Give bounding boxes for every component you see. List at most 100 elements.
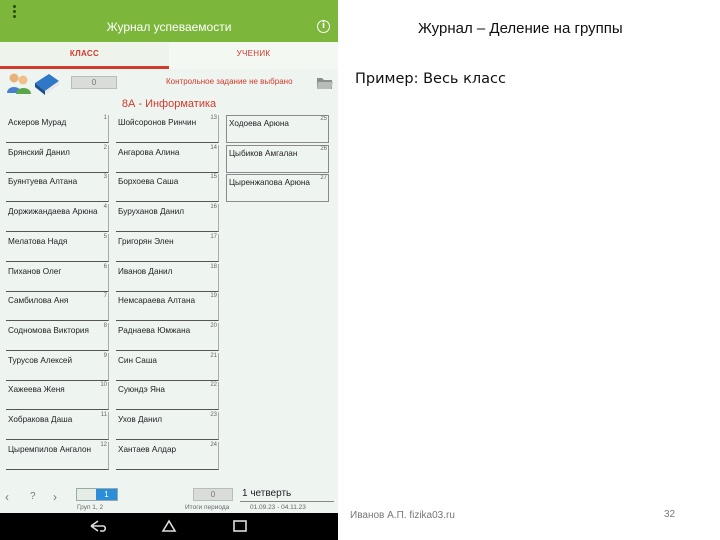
student-cell[interactable]: Буруханов Данил 16 <box>116 204 219 233</box>
back-icon[interactable] <box>88 519 108 533</box>
book-icon[interactable] <box>33 71 61 97</box>
student-cell[interactable]: Цыремпилов Ангалон 12 <box>6 441 109 470</box>
student-cell[interactable]: Шойсоронов Ринчин 13 <box>116 115 219 143</box>
student-cell[interactable]: Хажеева Женя 10 <box>6 382 109 411</box>
student-number: 15 <box>210 174 217 181</box>
student-name: Цыбиков Амгалан <box>229 148 298 158</box>
student-cell[interactable]: Иванов Данил 18 <box>116 263 219 292</box>
app-bar: Журнал успеваемости i <box>0 0 338 42</box>
student-number: 17 <box>210 233 217 240</box>
student-cell[interactable]: Син Саша 21 <box>116 352 219 381</box>
student-name: Немсараева Алтана <box>118 296 196 306</box>
student-number: 6 <box>103 263 107 270</box>
overflow-menu-icon[interactable] <box>7 0 21 22</box>
help-icon[interactable]: ? <box>30 491 36 502</box>
student-number: 4 <box>103 204 107 211</box>
class-title: 8А - Информатика <box>121 98 217 110</box>
student-number: 27 <box>320 175 327 182</box>
student-name: Ходоева Арюна <box>229 119 289 128</box>
student-cell[interactable]: Ангарова Алина 14 <box>116 144 219 173</box>
group-value: 1 <box>96 489 117 500</box>
student-number: 26 <box>320 145 327 152</box>
tab-class[interactable]: КЛАСС <box>0 42 169 69</box>
student-number: 5 <box>103 233 107 240</box>
grade-input[interactable]: 0 <box>71 76 117 89</box>
student-cell[interactable]: Немсараева Алтана 19 <box>116 293 219 322</box>
student-cell[interactable]: Ходоева Арюна 25 <box>226 115 329 143</box>
student-name: Брянский Данил <box>8 147 70 157</box>
quarter-underline <box>240 501 334 502</box>
student-number: 22 <box>210 382 217 389</box>
student-cell[interactable]: Буянтуева Алтана 3 <box>6 174 109 203</box>
folder-icon[interactable] <box>316 76 333 90</box>
period-range: 01.09.23 - 04.11.23 <box>250 504 306 511</box>
student-name: Син Саша <box>118 355 157 365</box>
student-number: 3 <box>103 174 107 181</box>
student-number: 20 <box>210 322 217 329</box>
tablet-screenshot: Журнал успеваемости i КЛАСС УЧЕНИК 0 Кон… <box>0 0 338 540</box>
slide-title: Журнал – Деление на группы <box>418 20 623 37</box>
home-icon[interactable] <box>161 519 177 533</box>
student-name: Борхоева Саша <box>118 177 179 187</box>
group-label: Груп 1, 2 <box>77 504 104 511</box>
slide-footer: Иванов А.П. fizika03.ru <box>350 510 455 521</box>
student-cell[interactable]: Аскеров Мурад 1 <box>6 115 109 143</box>
student-name: Раднаева Юмжана <box>118 325 191 335</box>
period-input[interactable]: 0 <box>193 488 233 501</box>
student-number: 14 <box>210 144 217 151</box>
student-number: 18 <box>210 263 217 270</box>
student-cell[interactable]: Содномова Виктория 8 <box>6 322 109 351</box>
student-name: Ухов Данил <box>118 415 162 424</box>
student-name: Цыремпилов Ангалон <box>8 444 92 454</box>
student-cell[interactable]: Хобракова Даша 11 <box>6 412 109 440</box>
prev-arrow-icon[interactable]: ‹ <box>5 490 9 504</box>
student-cell[interactable]: Турусов Алексей 9 <box>6 352 109 381</box>
student-name: Буруханов Данил <box>118 207 184 217</box>
student-cell[interactable]: Доржижандаева Арюна 4 <box>6 204 109 233</box>
student-cell[interactable]: Раднаева Юмжана 20 <box>116 322 219 351</box>
student-cell[interactable]: Брянский Данил 2 <box>6 144 109 173</box>
recent-apps-icon[interactable] <box>232 520 248 532</box>
student-cell[interactable]: Григорян Элен 17 <box>116 233 219 262</box>
student-name: Пиханов Олег <box>8 266 62 276</box>
info-icon[interactable]: i <box>317 20 330 33</box>
student-name: Иванов Данил <box>118 266 173 276</box>
student-name: Содномова Виктория <box>8 325 89 335</box>
group-selector[interactable]: 1 <box>76 488 118 501</box>
student-cell[interactable]: Борхоева Саша 15 <box>116 174 219 203</box>
student-cell[interactable]: Ухов Данил 23 <box>116 412 219 440</box>
student-cell[interactable]: Хантаев Алдар 24 <box>116 441 219 470</box>
student-number: 24 <box>210 441 217 448</box>
student-name: Цыренжапова Арюна <box>229 178 310 188</box>
quarter-select[interactable]: 1 четверть <box>242 488 291 499</box>
student-number: 13 <box>210 115 217 121</box>
student-name: Суюндэ Яна <box>118 385 165 395</box>
student-name: Буянтуева Алтана <box>8 177 78 187</box>
student-number: 12 <box>100 441 107 448</box>
student-number: 10 <box>100 382 107 389</box>
slide-page-number: 32 <box>664 509 676 520</box>
student-name: Турусов Алексей <box>8 355 73 365</box>
student-name: Самбилова Аня <box>8 296 69 306</box>
student-number: 23 <box>210 412 217 418</box>
student-cell[interactable]: Суюндэ Яна 22 <box>116 382 219 411</box>
student-name: Григорян Элен <box>118 236 174 246</box>
student-number: 19 <box>210 293 217 300</box>
student-name: Шойсоронов Ринчин <box>118 118 197 127</box>
student-name: Ангарова Алина <box>118 147 180 157</box>
student-name: Доржижандаева Арюна <box>8 207 98 217</box>
student-cell[interactable]: Цыренжапова Арюна 27 <box>226 174 329 203</box>
student-name: Хантаев Алдар <box>118 444 177 454</box>
student-cell[interactable]: Пиханов Олег 6 <box>6 263 109 292</box>
app-title: Журнал успеваемости <box>106 20 232 34</box>
people-icon[interactable] <box>6 71 32 95</box>
student-cell[interactable]: Мелатова Надя 5 <box>6 233 109 262</box>
student-cell[interactable]: Цыбиков Амгалан 26 <box>226 144 329 173</box>
student-name: Хобракова Даша <box>8 415 73 424</box>
student-cell[interactable]: Самбилова Аня 7 <box>6 293 109 322</box>
student-number: 9 <box>103 352 107 359</box>
student-number: 11 <box>100 412 107 418</box>
control-task-label[interactable]: Контрольное задание не выбрано <box>166 77 293 86</box>
tab-student[interactable]: УЧЕНИК <box>169 42 338 69</box>
next-arrow-icon[interactable]: › <box>53 490 57 504</box>
